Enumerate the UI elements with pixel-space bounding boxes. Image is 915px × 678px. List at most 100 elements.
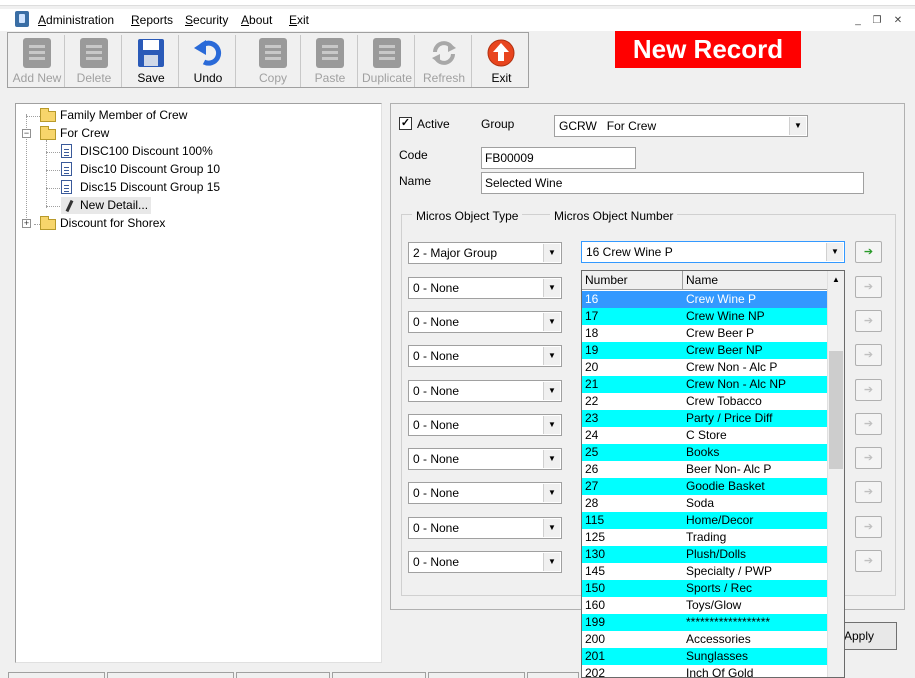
save-button[interactable]: Save xyxy=(124,35,179,87)
scroll-up-icon[interactable]: ▲ xyxy=(829,272,843,288)
dropdown-option[interactable]: 130 Plush/Dolls xyxy=(582,546,828,563)
menu-administration[interactable]: Administration xyxy=(38,13,114,27)
chevron-down-icon[interactable]: ▼ xyxy=(543,244,560,262)
pencil-icon xyxy=(65,199,74,213)
dropdown-option[interactable]: 199 ****************** xyxy=(582,614,828,631)
dropdown-option[interactable]: 115 Home/Decor xyxy=(582,512,828,529)
dropdown-option[interactable]: 23 Party / Price Diff xyxy=(582,410,828,427)
chevron-down-icon[interactable]: ▼ xyxy=(826,243,843,261)
close-icon[interactable]: ✕ xyxy=(891,14,905,28)
chevron-down-icon[interactable]: ▼ xyxy=(543,347,560,365)
undo-button[interactable]: Undo xyxy=(181,35,236,87)
menu-about[interactable]: About xyxy=(241,13,272,27)
chevron-down-icon[interactable]: ▼ xyxy=(543,553,560,571)
dropdown-option[interactable]: 150 Sports / Rec xyxy=(582,580,828,597)
go-button-1[interactable]: ➔ xyxy=(855,241,882,263)
restore-icon[interactable]: ❐ xyxy=(870,14,884,28)
go-button-9[interactable]: ➔ xyxy=(855,516,882,538)
micros-type-select-8[interactable]: 0 - None ▼ xyxy=(408,482,562,504)
menu-reports[interactable]: Reports xyxy=(131,13,173,27)
micros-type-select-3[interactable]: 0 - None ▼ xyxy=(408,311,562,333)
option-number: 125 xyxy=(585,530,606,544)
dropdown-option[interactable]: 160 Toys/Glow xyxy=(582,597,828,614)
tree-connector xyxy=(46,152,60,153)
chevron-down-icon[interactable]: ▼ xyxy=(543,279,560,297)
name-field[interactable]: Selected Wine xyxy=(481,172,864,194)
dropdown-option[interactable]: 19 Crew Beer NP xyxy=(582,342,828,359)
go-button-6[interactable]: ➔ xyxy=(855,413,882,435)
micros-type-value: 0 - None xyxy=(413,555,460,569)
code-field[interactable]: FB00009 xyxy=(481,147,636,169)
dropdown-option[interactable]: 24 C Store xyxy=(582,427,828,444)
add-new-button[interactable]: Add New xyxy=(10,35,65,87)
micros-type-select-6[interactable]: 0 - None ▼ xyxy=(408,414,562,436)
active-checkbox[interactable]: ✓ xyxy=(399,117,412,130)
arrow-right-icon: ➔ xyxy=(863,281,874,293)
delete-label: Delete xyxy=(76,71,112,85)
dropdown-option[interactable]: 25 Books xyxy=(582,444,828,461)
window-titlebar xyxy=(0,0,915,6)
go-button-3[interactable]: ➔ xyxy=(855,310,882,332)
micros-number-select[interactable]: 16 Crew Wine P ▼ xyxy=(581,241,845,263)
go-button-4[interactable]: ➔ xyxy=(855,344,882,366)
exit-button[interactable]: Exit xyxy=(474,35,529,87)
option-name: Soda xyxy=(686,496,715,510)
duplicate-button[interactable]: Duplicate xyxy=(360,35,415,87)
dropdown-option[interactable]: 26 Beer Non- Alc P xyxy=(582,461,828,478)
dropdown-option[interactable]: 18 Crew Beer P xyxy=(582,325,828,342)
dropdown-option[interactable]: 22 Crew Tobacco xyxy=(582,393,828,410)
dropdown-option[interactable]: 145 Specialty / PWP xyxy=(582,563,828,580)
tree-item-new-detail[interactable]: New Detail... xyxy=(61,197,152,214)
menu-exit[interactable]: Exit xyxy=(289,13,309,27)
chevron-down-icon[interactable]: ▼ xyxy=(543,519,560,537)
option-name: Party / Price Diff xyxy=(686,411,773,425)
dropdown-option[interactable]: 201 Sunglasses xyxy=(582,648,828,665)
chevron-down-icon[interactable]: ▼ xyxy=(543,313,560,331)
chevron-down-icon[interactable]: ▼ xyxy=(543,416,560,434)
delete-button[interactable]: Delete xyxy=(67,35,122,87)
group-select[interactable]: GCRW For Crew ▼ xyxy=(554,115,808,137)
minimize-icon[interactable]: _ xyxy=(851,14,865,28)
dropdown-option[interactable]: 200 Accessories xyxy=(582,631,828,648)
go-button-8[interactable]: ➔ xyxy=(855,481,882,503)
dropdown-option[interactable]: 17 Crew Wine NP xyxy=(582,308,828,325)
paste-button[interactable]: Paste xyxy=(303,35,358,87)
exit-label: Exit xyxy=(491,71,512,85)
dropdown-scrollbar[interactable]: ▲ xyxy=(827,271,844,677)
menu-security[interactable]: Security xyxy=(185,13,228,27)
column-header-name[interactable]: Name xyxy=(683,271,828,290)
expand-icon[interactable]: + xyxy=(22,219,31,228)
copy-button[interactable]: Copy xyxy=(246,35,301,87)
dropdown-option[interactable]: 125 Trading xyxy=(582,529,828,546)
dropdown-option[interactable]: 21 Crew Non - Alc NP xyxy=(582,376,828,393)
dropdown-option[interactable]: 20 Crew Non - Alc P xyxy=(582,359,828,376)
micros-type-select-10[interactable]: 0 - None ▼ xyxy=(408,551,562,573)
scrollbar-thumb[interactable] xyxy=(829,351,843,469)
dropdown-option[interactable]: 16 Crew Wine P xyxy=(582,291,828,308)
micros-type-select-4[interactable]: 0 - None ▼ xyxy=(408,345,562,367)
go-button-2[interactable]: ➔ xyxy=(855,276,882,298)
chevron-down-icon[interactable]: ▼ xyxy=(543,450,560,468)
column-header-number[interactable]: Number xyxy=(582,271,683,290)
arrow-right-icon: ➔ xyxy=(863,521,874,533)
chevron-down-icon[interactable]: ▼ xyxy=(543,382,560,400)
option-name: Crew Beer P xyxy=(686,326,755,340)
go-button-10[interactable]: ➔ xyxy=(855,550,882,572)
dropdown-option[interactable]: 28 Soda xyxy=(582,495,828,512)
add-new-icon xyxy=(23,38,51,68)
go-button-5[interactable]: ➔ xyxy=(855,379,882,401)
micros-type-value: 0 - None xyxy=(413,384,460,398)
collapse-icon[interactable]: − xyxy=(22,129,31,138)
micros-type-select-5[interactable]: 0 - None ▼ xyxy=(408,380,562,402)
micros-type-select-7[interactable]: 0 - None ▼ xyxy=(408,448,562,470)
chevron-down-icon[interactable]: ▼ xyxy=(543,484,560,502)
micros-type-select-2[interactable]: 0 - None ▼ xyxy=(408,277,562,299)
micros-type-value: 0 - None xyxy=(413,521,460,535)
dropdown-option[interactable]: 27 Goodie Basket xyxy=(582,478,828,495)
refresh-button[interactable]: Refresh xyxy=(417,35,472,87)
micros-type-select-9[interactable]: 0 - None ▼ xyxy=(408,517,562,539)
micros-type-select-1[interactable]: 2 - Major Group ▼ xyxy=(408,242,562,264)
option-name: Trading xyxy=(686,530,727,544)
go-button-7[interactable]: ➔ xyxy=(855,447,882,469)
chevron-down-icon[interactable]: ▼ xyxy=(789,117,806,135)
